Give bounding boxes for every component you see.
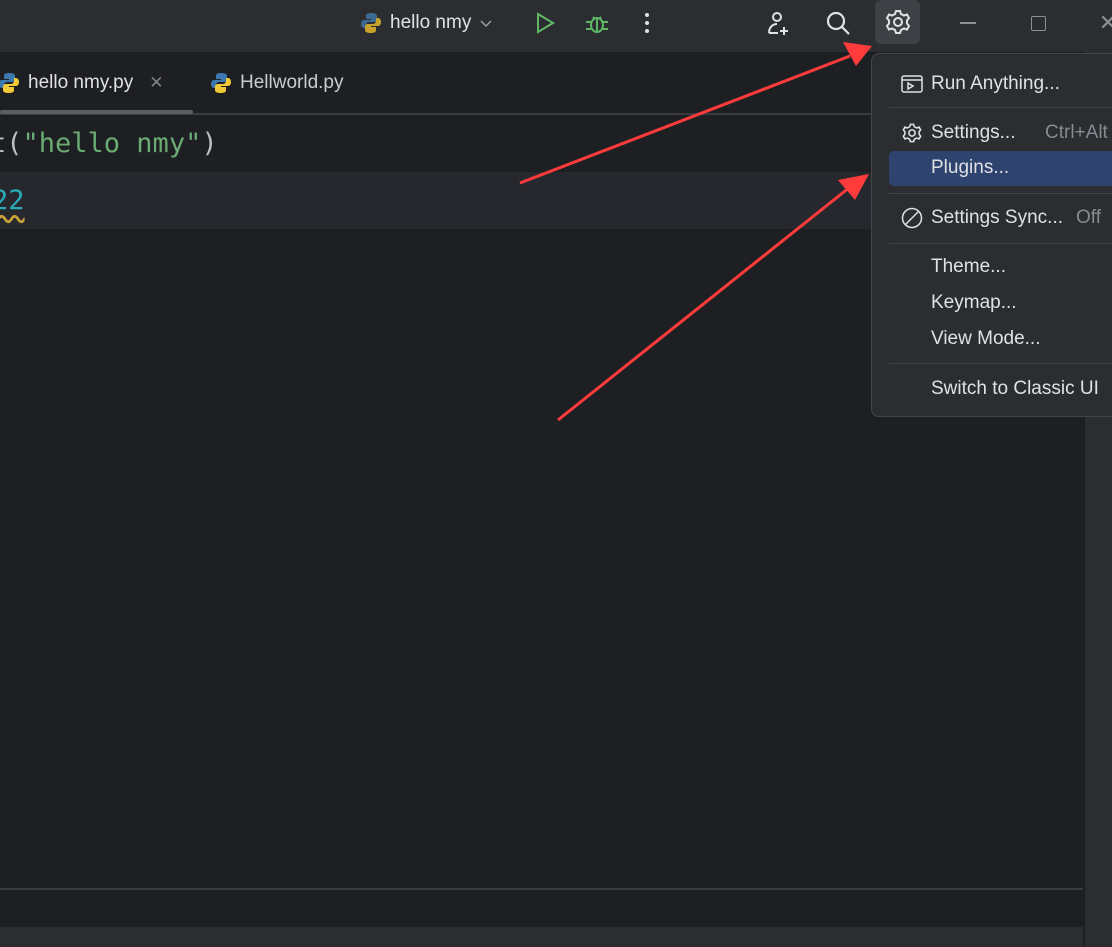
annotation-arrow (557, 174, 869, 422)
annotation-arrow (519, 42, 872, 185)
annotation-arrows (519, 42, 872, 422)
